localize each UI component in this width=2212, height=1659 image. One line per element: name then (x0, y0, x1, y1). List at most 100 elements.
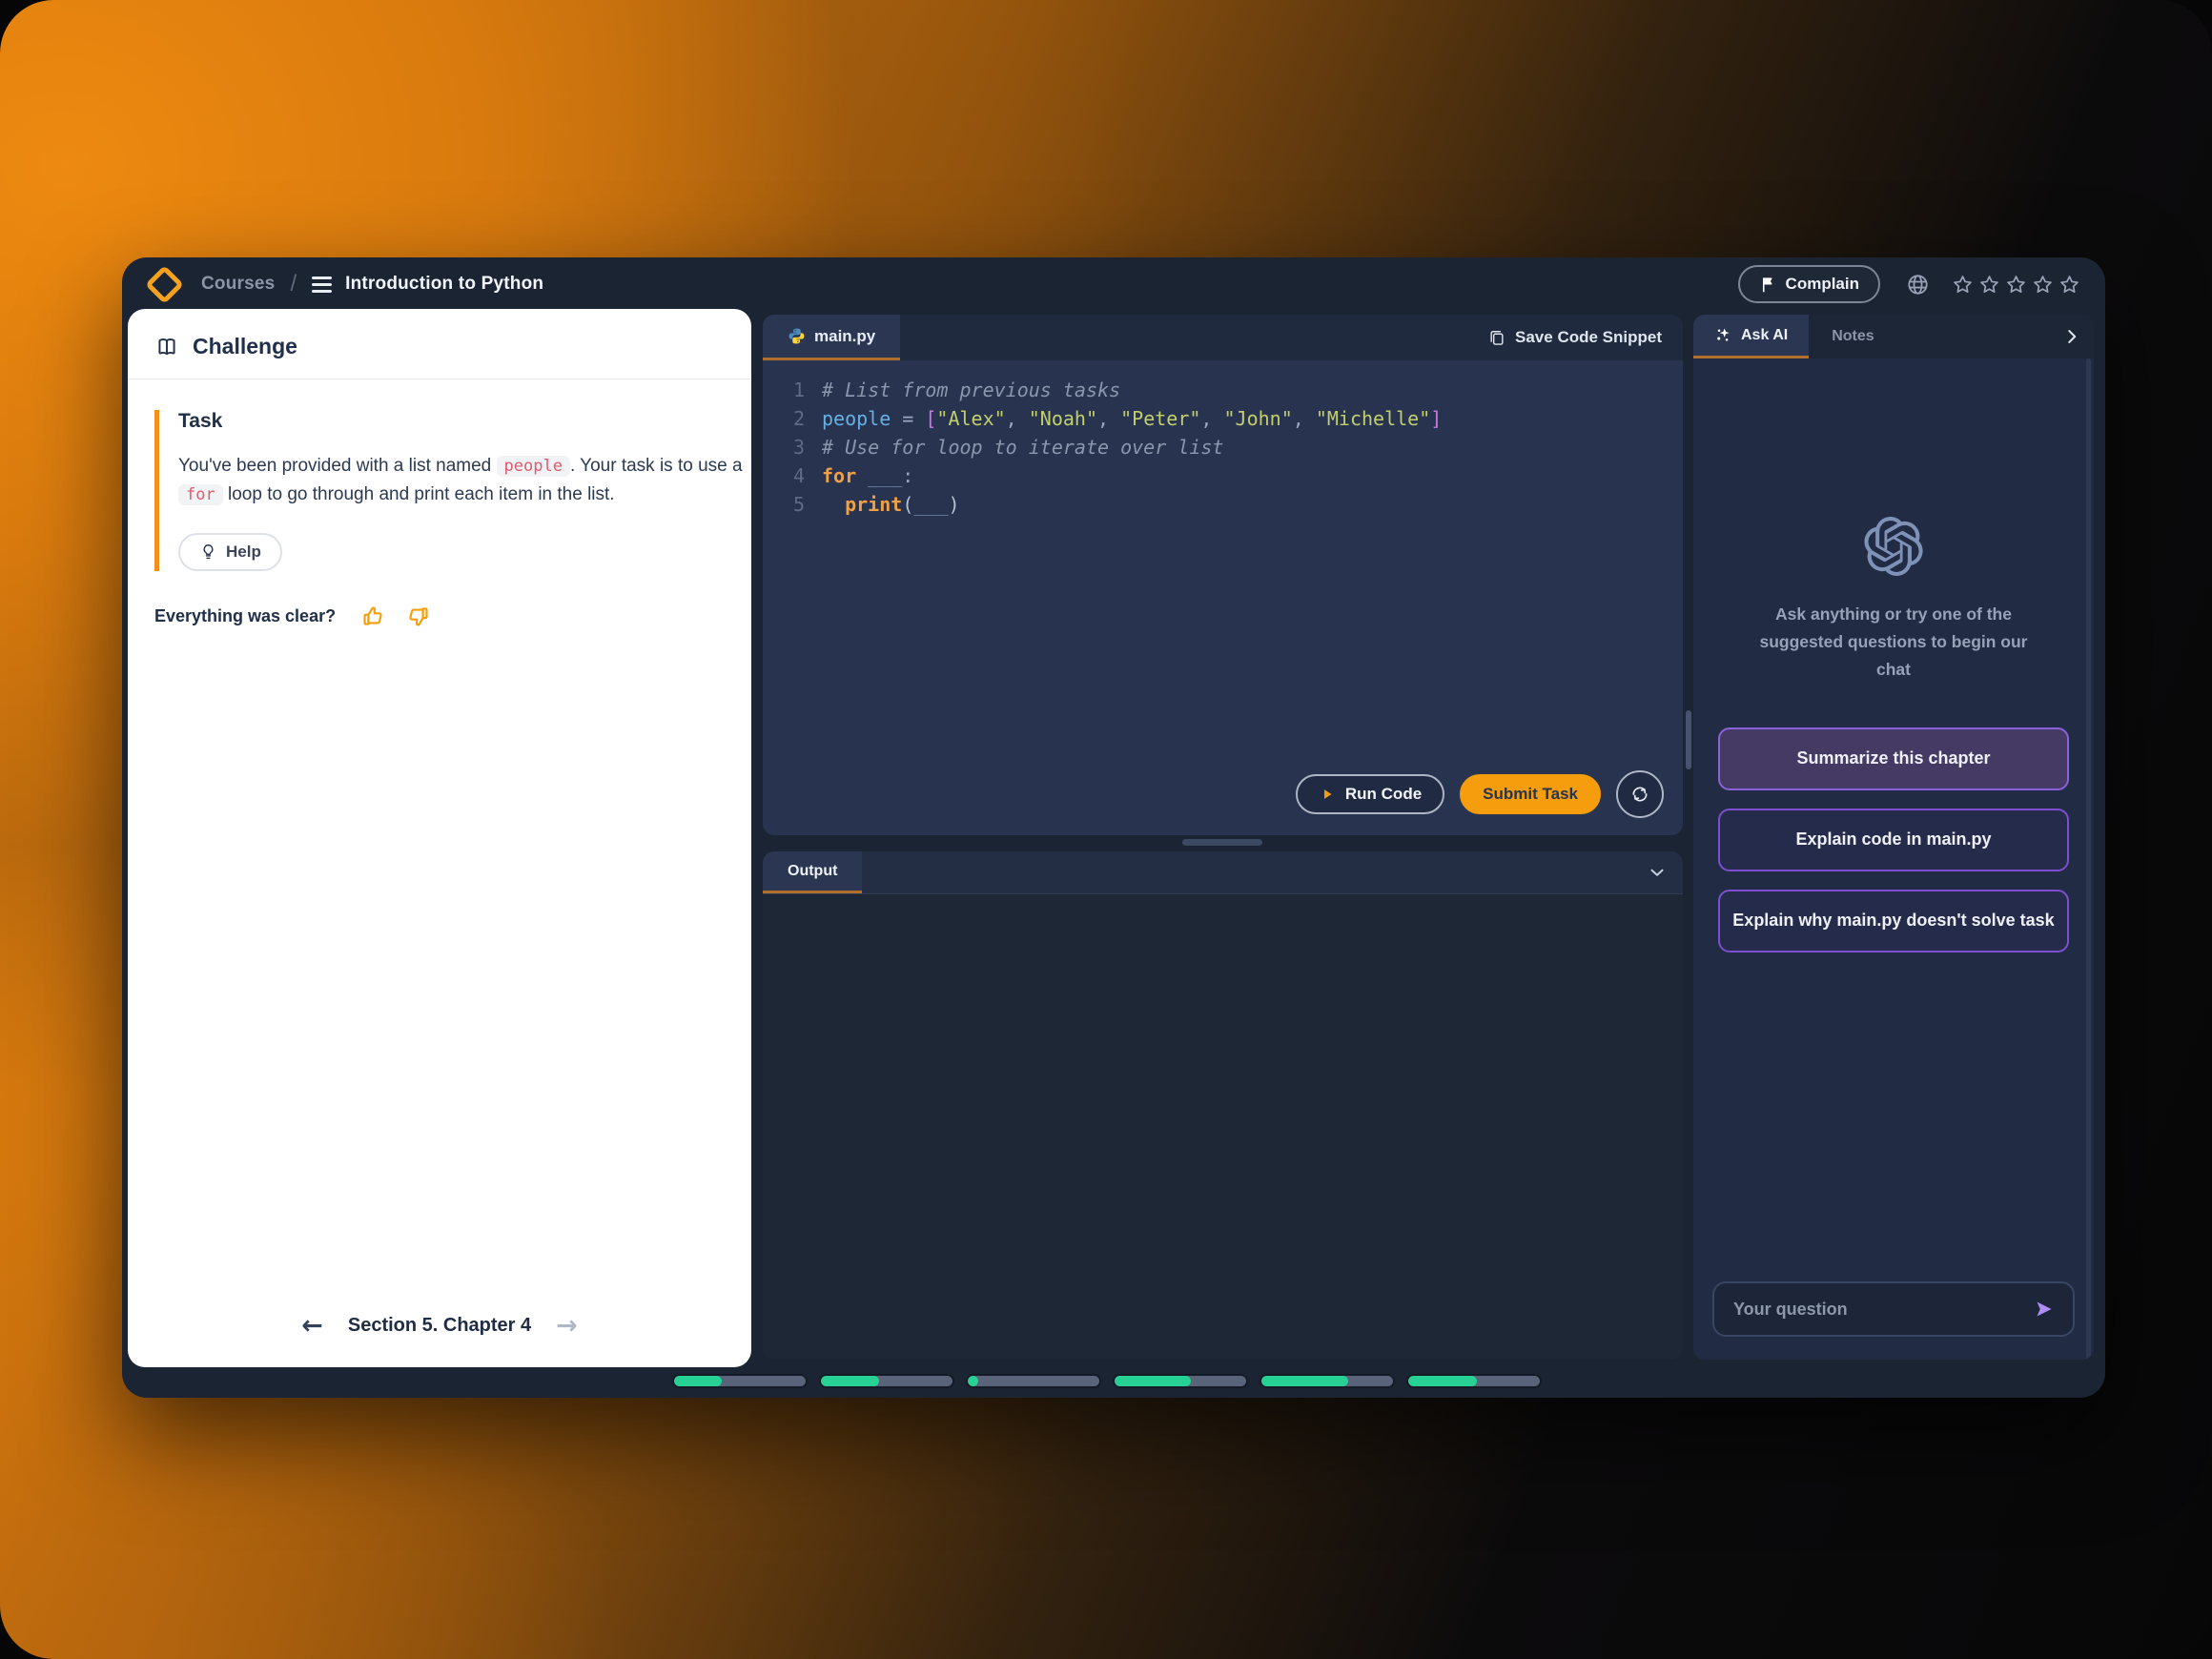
run-code-button[interactable]: Run Code (1296, 774, 1444, 814)
tab-output[interactable]: Output (763, 851, 862, 893)
question-input[interactable] (1731, 1299, 2033, 1321)
output-body (763, 894, 1683, 1360)
line-number: 5 (770, 490, 805, 519)
breadcrumb-separator: / (290, 271, 297, 297)
line-number: 4 (770, 461, 805, 490)
star-icon[interactable] (1952, 274, 1974, 296)
code-token: ___ (913, 490, 948, 519)
help-button[interactable]: Help (178, 533, 282, 571)
code-token: ( (902, 490, 913, 519)
code-token: ) (948, 490, 959, 519)
output-panel: Output (763, 851, 1683, 1360)
code-token: ] (1430, 404, 1442, 433)
code-line[interactable]: 4 for ___: (763, 461, 1683, 490)
star-icon[interactable] (2032, 274, 2054, 296)
book-icon (154, 335, 179, 359)
breadcrumb[interactable]: Courses (201, 274, 275, 295)
brand-logo-icon[interactable] (145, 264, 184, 303)
line-number: 1 (770, 376, 805, 404)
star-icon[interactable] (2058, 274, 2080, 296)
code-token: "Peter" (1120, 404, 1200, 433)
globe-icon[interactable] (1905, 272, 1931, 297)
code-token (822, 490, 845, 519)
thumbs-up-icon[interactable] (360, 604, 386, 629)
star-icon[interactable] (2005, 274, 2027, 296)
code-token (856, 461, 868, 490)
chat-body: Ask anything or try one of the suggested… (1693, 358, 2094, 1360)
code-line[interactable]: 5 print(___) (763, 490, 1683, 519)
prev-chapter-arrow[interactable]: ← (301, 1313, 323, 1339)
panel-resize-handle[interactable] (1182, 839, 1262, 846)
panel-title: Challenge (193, 334, 297, 359)
suggestion-button[interactable]: Explain code in main.py (1718, 809, 2069, 871)
ask-ai-panel: Ask AI Notes Ask anything or try one of … (1693, 315, 2094, 1360)
task-block: Task You've been provided with a list na… (154, 410, 725, 571)
chevron-down-icon[interactable] (1647, 862, 1683, 883)
lightbulb-icon (199, 543, 217, 561)
code-token: people (822, 404, 891, 433)
task-text-part: loop to go through and print each item i… (223, 484, 615, 504)
progress-segment (821, 1376, 952, 1386)
reset-code-button[interactable] (1616, 770, 1664, 818)
complain-button[interactable]: Complain (1738, 265, 1880, 303)
code-token: [ (925, 404, 936, 433)
chapter-progress-bar (674, 1376, 1540, 1386)
code-token: print (845, 490, 902, 519)
challenge-panel: Challenge Task You've been provided with… (128, 309, 751, 1367)
editor-scrollbar[interactable] (1686, 710, 1691, 769)
code-token: # Use for loop to iterate over list (822, 433, 1223, 461)
code-token: ___ (868, 461, 902, 490)
openai-icon (1864, 517, 1923, 576)
thumbs-down-icon[interactable] (405, 604, 431, 629)
chevron-right-icon[interactable] (2061, 326, 2094, 347)
inline-code-chip: people (497, 456, 570, 477)
send-icon[interactable] (2033, 1298, 2056, 1321)
code-token: , (1293, 404, 1316, 433)
rating-stars (1952, 274, 2080, 296)
menu-icon[interactable] (312, 276, 332, 293)
code-lines: 1 # List from previous tasks2people = ["A… (763, 376, 1683, 519)
task-description: You've been provided with a list named p… (178, 452, 743, 510)
tab-ask-ai[interactable]: Ask AI (1693, 315, 1809, 358)
code-token: # List from previous tasks (822, 376, 1120, 404)
code-token: "Alex" (936, 404, 1005, 433)
sync-icon (1629, 784, 1650, 805)
code-token: = (891, 404, 925, 433)
code-token: "John" (1224, 404, 1293, 433)
play-icon (1319, 786, 1336, 803)
course-title: Introduction to Python (345, 274, 543, 295)
code-token: "Michelle" (1316, 404, 1430, 433)
star-icon[interactable] (1978, 274, 2000, 296)
inline-code-chip: for (178, 484, 223, 505)
question-input-box (1712, 1281, 2075, 1337)
progress-segment (1261, 1376, 1393, 1386)
code-editor-panel: main.py Save Code Snippet 1 # List from p… (763, 315, 1683, 835)
suggested-questions: Summarize this chapter Explain code in ma… (1693, 727, 2094, 952)
app-window: Courses / Introduction to Python Complai… (122, 257, 2105, 1398)
sparkle-icon (1714, 326, 1732, 344)
submit-task-button[interactable]: Submit Task (1458, 772, 1603, 816)
chat-scrollbar[interactable] (2086, 358, 2091, 1360)
help-label: Help (226, 543, 261, 562)
next-chapter-arrow[interactable]: → (556, 1313, 578, 1339)
code-line[interactable]: 1 # List from previous tasks (763, 376, 1683, 404)
suggestion-button[interactable]: Summarize this chapter (1718, 727, 2069, 790)
progress-segment (674, 1376, 806, 1386)
code-line[interactable]: 3# Use for loop to iterate over list (763, 433, 1683, 461)
code-token: "Noah" (1029, 404, 1097, 433)
code-area[interactable]: 1 # List from previous tasks2people = ["A… (763, 360, 1683, 835)
section-chapter-label: Section 5. Chapter 4 (348, 1315, 531, 1337)
python-icon (788, 327, 806, 345)
code-token: : (902, 461, 913, 490)
task-text-part: You've been provided with a list named (178, 456, 497, 476)
suggestion-button[interactable]: Explain why main.py doesn't solve task (1718, 890, 2069, 952)
task-heading: Task (178, 410, 725, 433)
task-text-part: . Your task is to use a (570, 456, 743, 476)
code-token: for (822, 461, 856, 490)
top-bar: Courses / Introduction to Python Complai… (122, 257, 2105, 311)
save-code-snippet-button[interactable]: Save Code Snippet (1487, 328, 1683, 347)
code-line[interactable]: 2people = ["Alex", "Noah", "Peter", "Joh… (763, 404, 1683, 433)
tab-mainpy[interactable]: main.py (763, 315, 900, 360)
tab-notes[interactable]: Notes (1809, 328, 1896, 345)
progress-segment (1408, 1376, 1540, 1386)
